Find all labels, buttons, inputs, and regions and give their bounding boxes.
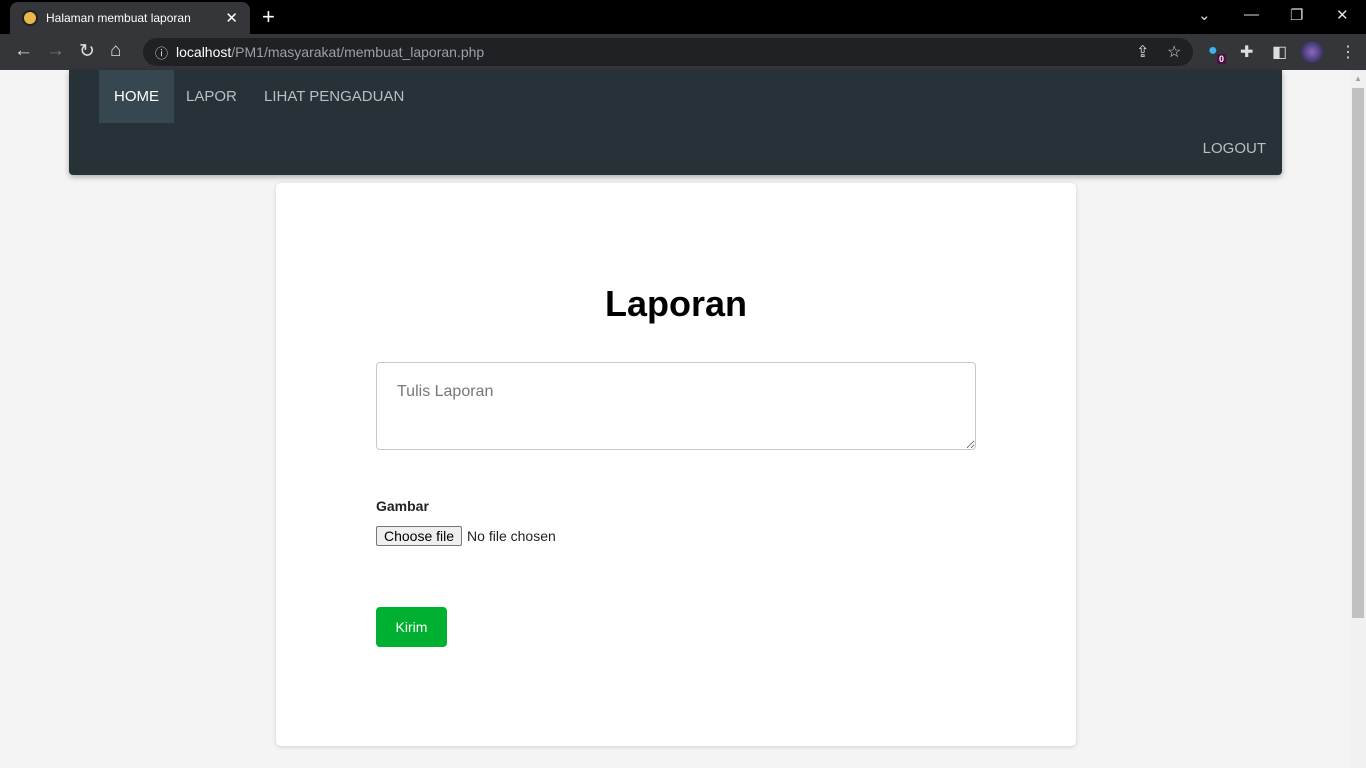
extensions-puzzle-icon[interactable]: ✚ bbox=[1240, 42, 1253, 62]
nav-lihat-pengaduan[interactable]: LIHAT PENGADUAN bbox=[249, 70, 419, 123]
choose-file-button[interactable]: Choose file bbox=[376, 526, 463, 546]
favicon-icon bbox=[22, 10, 38, 26]
close-tab-icon[interactable]: ✕ bbox=[225, 9, 238, 27]
navbar: HOME LAPOR LIHAT PENGADUAN LOGOUT bbox=[69, 70, 1282, 175]
forward-icon[interactable]: → bbox=[46, 40, 65, 62]
extension-badge: 0 bbox=[1217, 54, 1227, 64]
scrollbar-thumb[interactable] bbox=[1352, 88, 1364, 618]
scroll-up-icon[interactable]: ▲ bbox=[1354, 74, 1362, 83]
tab-search-icon[interactable]: ⌄ bbox=[1198, 6, 1211, 24]
home-icon[interactable]: ⌂ bbox=[110, 40, 121, 62]
new-tab-icon[interactable]: + bbox=[262, 4, 275, 30]
file-status: No file chosen bbox=[467, 528, 556, 544]
minimize-icon[interactable]: — bbox=[1244, 6, 1259, 23]
report-textarea[interactable] bbox=[376, 362, 976, 450]
submit-button[interactable]: Kirim bbox=[376, 607, 447, 647]
browser-tab[interactable]: Halaman membuat laporan ✕ bbox=[10, 2, 250, 34]
reload-icon[interactable]: ↻ bbox=[79, 40, 95, 63]
image-label: Gambar bbox=[376, 498, 429, 514]
nav-home[interactable]: HOME bbox=[99, 70, 174, 123]
info-icon: ⓘ bbox=[155, 45, 169, 61]
nav-lapor[interactable]: LAPOR bbox=[171, 70, 252, 123]
side-panel-icon[interactable]: ◧ bbox=[1272, 42, 1287, 62]
url-path: /PM1/masyarakat/membuat_laporan.php bbox=[231, 44, 485, 60]
page-title: Laporan bbox=[604, 283, 747, 324]
scrollbar[interactable]: ▲ bbox=[1350, 70, 1366, 768]
bookmark-star-icon[interactable]: ☆ bbox=[1167, 42, 1181, 62]
url-host: localhost bbox=[176, 44, 232, 60]
share-icon[interactable]: ⇪ bbox=[1136, 42, 1149, 62]
tab-title: Halaman membuat laporan bbox=[46, 11, 191, 25]
browser-tab-bar: Halaman membuat laporan ✕ + ⌄ — ❐ ✕ bbox=[0, 0, 1366, 34]
profile-avatar[interactable] bbox=[1301, 41, 1323, 63]
image-file-input[interactable]: Choose file No file chosen bbox=[376, 526, 556, 546]
menu-kebab-icon[interactable]: ⋮ bbox=[1340, 42, 1356, 62]
browser-toolbar: ← → ↻ ⌂ ⓘ localhost/PM1/masyarakat/membu… bbox=[0, 34, 1366, 70]
logout-link[interactable]: LOGOUT bbox=[1203, 140, 1266, 157]
back-icon[interactable]: ← bbox=[14, 40, 33, 62]
report-form-card: Laporan Gambar Choose file No file chose… bbox=[276, 183, 1076, 746]
restore-icon[interactable]: ❐ bbox=[1290, 6, 1303, 24]
close-window-icon[interactable]: ✕ bbox=[1336, 6, 1349, 24]
address-bar[interactable]: ⓘ localhost/PM1/masyarakat/membuat_lapor… bbox=[143, 38, 1193, 66]
